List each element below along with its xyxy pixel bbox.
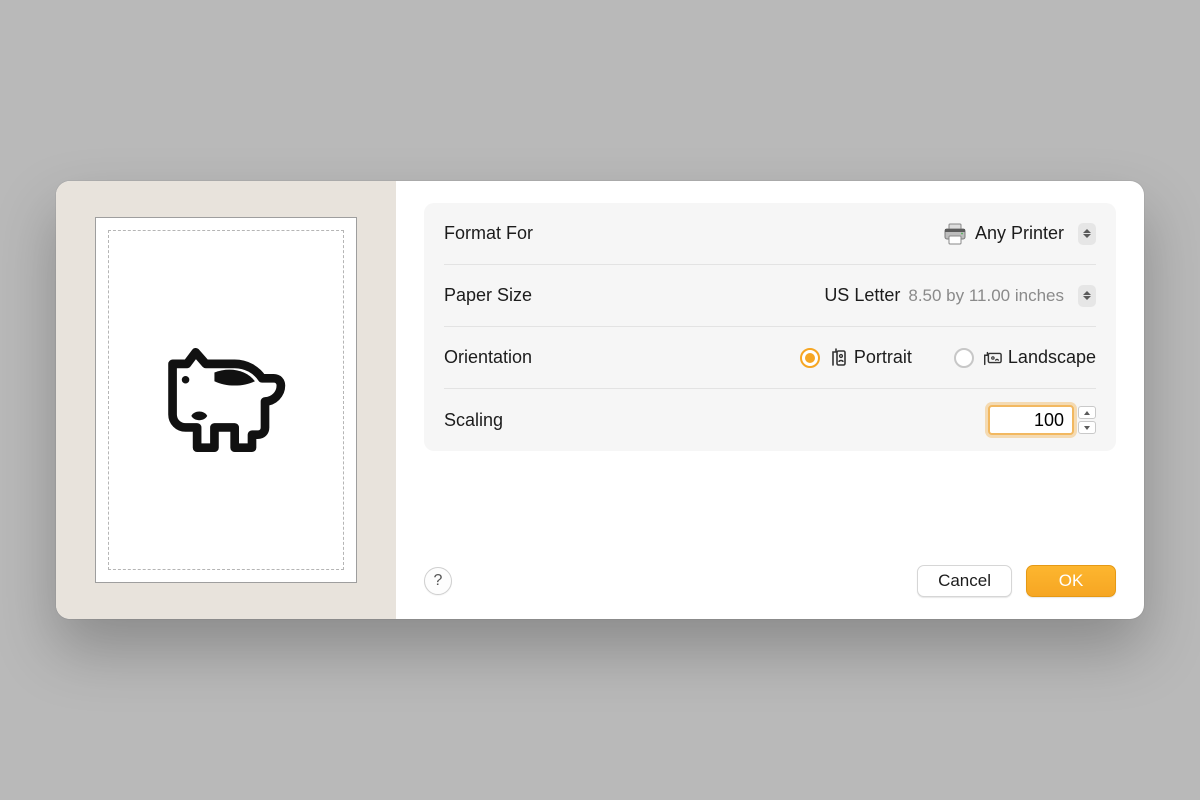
scaling-input[interactable] xyxy=(988,405,1074,435)
cancel-button[interactable]: Cancel xyxy=(917,565,1012,597)
scaling-step-up-button[interactable] xyxy=(1078,406,1096,419)
ok-button[interactable]: OK xyxy=(1026,565,1116,597)
radio-unselected-icon xyxy=(954,348,974,368)
printer-icon xyxy=(943,223,967,245)
bottom-bar: ? Cancel OK xyxy=(424,549,1116,597)
orientation-portrait-radio[interactable]: Portrait xyxy=(800,347,912,368)
help-button[interactable]: ? xyxy=(424,567,452,595)
page-preview xyxy=(95,217,357,583)
scaling-stepper xyxy=(1078,406,1096,434)
orientation-landscape-label: Landscape xyxy=(1008,347,1096,368)
radio-selected-icon xyxy=(800,348,820,368)
chevron-up-down-icon xyxy=(1078,223,1096,245)
preview-pane xyxy=(56,181,396,619)
settings-card: Format For Any Printer xyxy=(424,203,1116,451)
page-setup-dialog: Format For Any Printer xyxy=(56,181,1144,619)
scaling-control xyxy=(988,405,1096,435)
paper-size-popup[interactable]: US Letter 8.50 by 11.00 inches xyxy=(824,285,1096,307)
format-for-label: Format For xyxy=(444,223,533,244)
settings-content: Format For Any Printer xyxy=(396,181,1144,619)
format-for-popup[interactable]: Any Printer xyxy=(943,223,1096,245)
portrait-icon xyxy=(828,348,848,368)
format-for-row: Format For Any Printer xyxy=(444,203,1096,265)
scaling-step-down-button[interactable] xyxy=(1078,421,1096,434)
paper-size-row: Paper Size US Letter 8.50 by 11.00 inche… xyxy=(444,265,1096,327)
orientation-portrait-label: Portrait xyxy=(854,347,912,368)
landscape-icon xyxy=(982,348,1002,368)
chevron-up-down-icon xyxy=(1078,285,1096,307)
scaling-label: Scaling xyxy=(444,410,503,431)
paper-size-label: Paper Size xyxy=(444,285,532,306)
orientation-row: Orientation Portrait xyxy=(444,327,1096,389)
screen-root: Format For Any Printer xyxy=(0,0,1200,800)
paper-size-value: US Letter xyxy=(824,285,900,306)
scaling-row: Scaling xyxy=(444,389,1096,451)
orientation-label: Orientation xyxy=(444,347,532,368)
paper-size-dimensions: 8.50 by 11.00 inches xyxy=(908,286,1064,306)
format-for-value: Any Printer xyxy=(975,223,1064,244)
orientation-landscape-radio[interactable]: Landscape xyxy=(954,347,1096,368)
dog-icon xyxy=(151,335,301,465)
